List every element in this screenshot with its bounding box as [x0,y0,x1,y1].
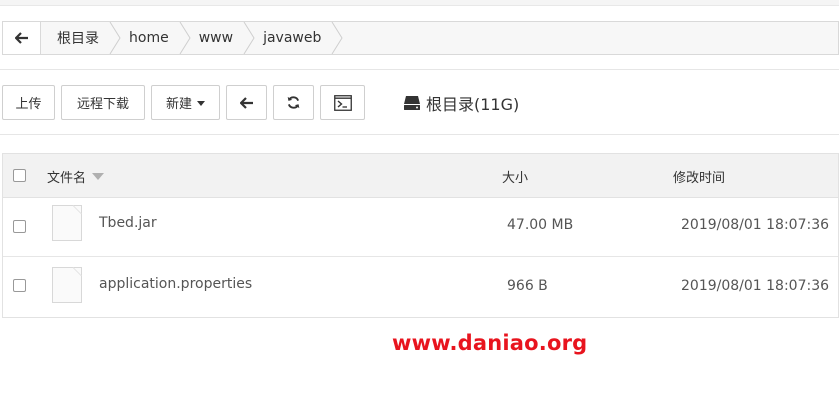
back-arrow-icon [14,32,28,44]
breadcrumb-separator-icon [243,22,255,54]
terminal-icon [333,94,352,111]
breadcrumb-item-www[interactable]: www [183,22,255,54]
file-modified: 2019/08/01 18:07:36 [681,217,830,233]
column-header-modified[interactable]: 修改时间 [673,167,725,186]
upload-label: 上传 [15,97,42,112]
upload-button[interactable]: 上传 [2,85,55,120]
row-checkbox[interactable] [13,279,26,292]
breadcrumb-separator-icon [179,22,191,54]
file-size: 47.00 MB [507,217,574,233]
breadcrumb-item-home[interactable]: home [113,22,191,54]
table-header: 文件名 大小 修改时间 [3,154,838,198]
file-modified: 2019/08/01 18:07:36 [681,278,830,294]
hard-drive-icon [404,95,420,110]
remote-download-label: 远程下载 [76,97,129,112]
column-header-size[interactable]: 大小 [502,167,528,186]
table-row[interactable]: application.properties 966 B 2019/08/01 … [3,257,838,317]
breadcrumb-separator-icon [331,22,343,54]
remote-download-button[interactable]: 远程下载 [61,85,145,120]
column-header-name[interactable]: 文件名 [47,167,105,186]
breadcrumb-label: www [198,30,234,46]
breadcrumb-back-button[interactable] [3,22,41,54]
row-checkbox[interactable] [13,220,26,233]
breadcrumb-item-javaweb[interactable]: javaweb [247,22,343,54]
back-button[interactable] [226,85,267,120]
chevron-down-icon [197,101,205,106]
new-label: 新建 [165,97,192,112]
file-size: 966 B [507,278,548,294]
column-header-name-label: 文件名 [47,171,87,186]
terminal-button[interactable] [320,85,365,120]
back-arrow-icon [239,96,253,109]
breadcrumb-label: 根目录 [57,31,99,47]
breadcrumb: 根目录 home www javaweb [2,21,839,55]
file-name[interactable]: Tbed.jar [99,215,157,231]
breadcrumb-label: javaweb [263,30,322,46]
disk-info: 根目录(11G) [403,91,519,115]
divider [0,134,839,135]
table-row[interactable]: Tbed.jar 47.00 MB 2019/08/01 18:07:36 [3,198,838,257]
sort-caret-icon [92,173,105,180]
toolbar: 上传 远程下载 新建 根目录(11G) [2,85,519,120]
refresh-button[interactable] [273,85,314,120]
breadcrumb-separator-icon [109,22,121,54]
new-dropdown-button[interactable]: 新建 [151,85,220,120]
disk-label: 根目录(11G) [426,94,520,114]
breadcrumb-label: home [129,30,169,46]
watermark: www.daniao.org [392,331,588,355]
refresh-icon [287,96,300,109]
breadcrumb-item-root[interactable]: 根目录 [41,22,121,54]
top-strip [0,0,839,6]
file-name[interactable]: application.properties [99,276,252,292]
file-icon [52,205,82,241]
file-table: 文件名 大小 修改时间 Tbed.jar 47.00 MB 2019/08/01… [2,153,839,318]
file-icon [52,267,82,303]
select-all-checkbox[interactable] [13,169,26,182]
divider [0,69,839,70]
